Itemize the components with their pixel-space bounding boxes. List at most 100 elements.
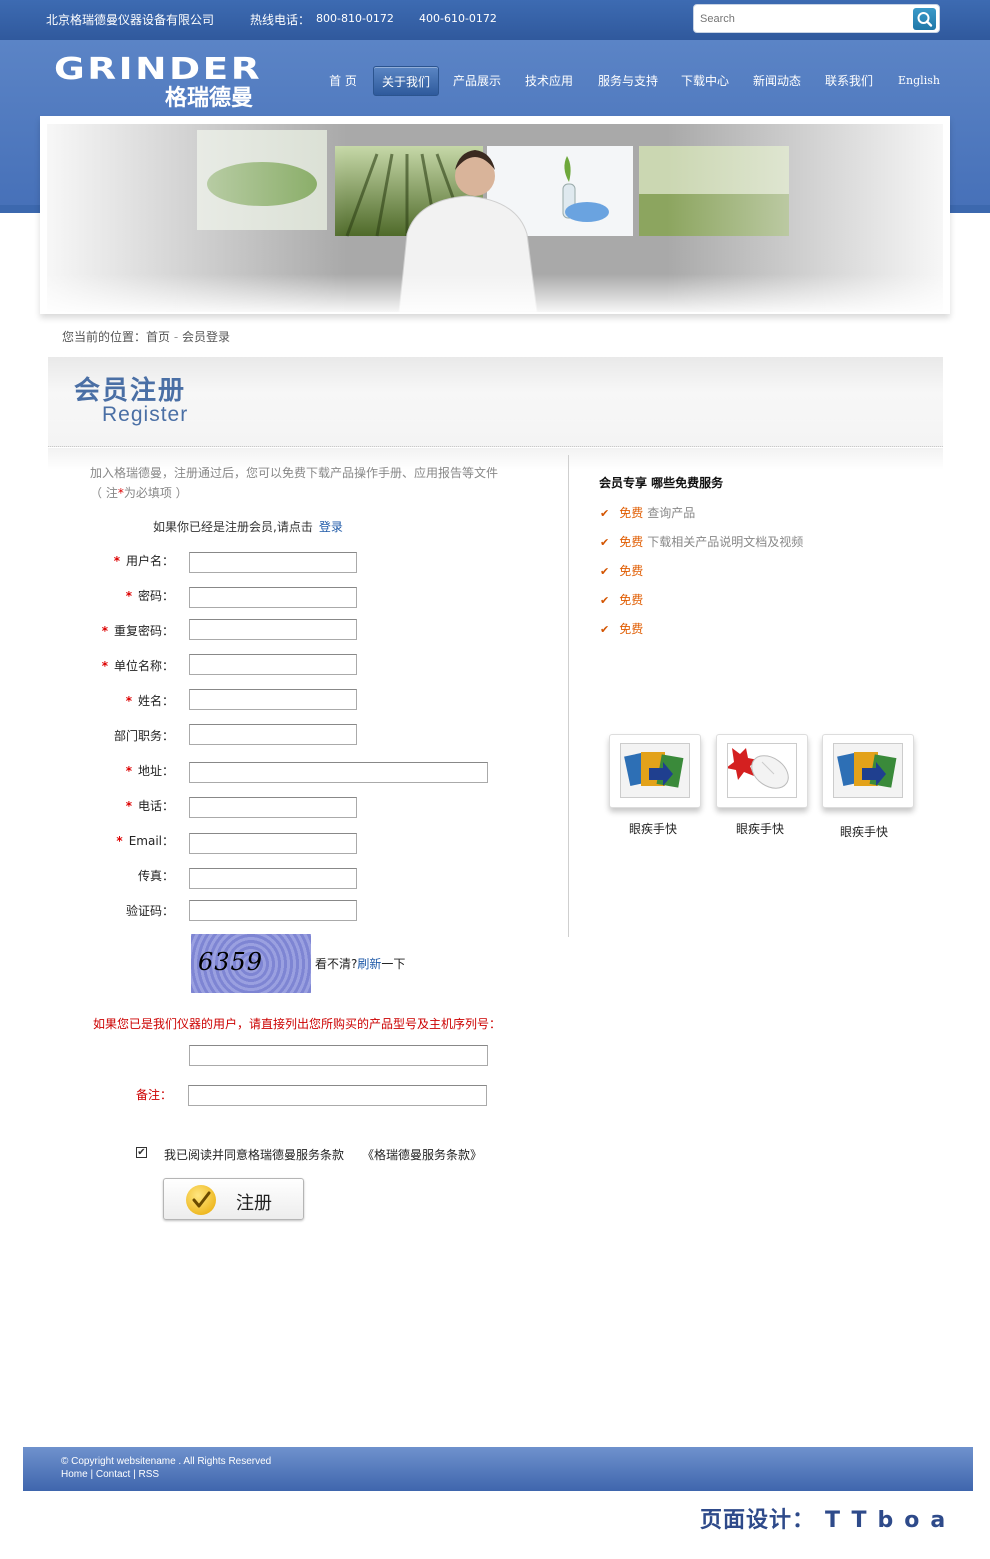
- fax-label-text: 传真：: [137, 869, 174, 883]
- nav-english[interactable]: English: [890, 66, 948, 96]
- register-submit-label: 注册: [236, 1193, 272, 1214]
- address-field[interactable]: [189, 762, 488, 783]
- benefit-free: 免费: [619, 535, 644, 549]
- feature-thumb[interactable]: [822, 734, 914, 808]
- search-icon: [917, 12, 933, 27]
- footer-home-link[interactable]: Home: [61, 1469, 88, 1480]
- company-name: 北京格瑞德曼仪器设备有限公司: [46, 13, 215, 27]
- check-mark-icon: ✔: [600, 594, 610, 607]
- register-title-cn: 会员注册: [74, 376, 187, 406]
- nav-service[interactable]: 服务与支持: [590, 66, 666, 96]
- feature-thumb[interactable]: [716, 734, 808, 808]
- product-serial-field[interactable]: [189, 1045, 488, 1066]
- benefit-item: ✔ 免费 查询产品: [600, 504, 695, 521]
- hotline-phone-2: 400-610-0172: [419, 12, 497, 25]
- check-icon: [186, 1185, 216, 1215]
- header-edge-right: [950, 205, 990, 213]
- design-credit-label: 页面设计：: [700, 1508, 816, 1533]
- required-star: *: [125, 799, 132, 813]
- benefit-desc: 下载相关产品说明文档及视频: [647, 535, 804, 549]
- feature-thumb[interactable]: [609, 734, 701, 808]
- department-label-text: 部门职务：: [113, 729, 174, 743]
- agree-checkbox[interactable]: ✔: [136, 1147, 147, 1158]
- required-note: （ 注*为必填项 ）: [90, 484, 188, 501]
- feature-thumb-caption: 眼疾手快: [736, 822, 785, 836]
- phone-label-text: 电话：: [137, 799, 174, 813]
- top-bar: 北京格瑞德曼仪器设备有限公司 热线电话： 800-810-0172 400-61…: [0, 0, 990, 40]
- search-button[interactable]: [913, 8, 936, 30]
- design-credit-name: TTboa: [825, 1508, 957, 1533]
- nav-tech[interactable]: 技术应用: [518, 66, 580, 96]
- captcha-label: 验证码：: [4, 902, 174, 919]
- nav-products[interactable]: 产品展示: [446, 66, 508, 96]
- captcha-prompt: 看不清?: [315, 957, 358, 971]
- name-label-text: 姓名：: [137, 694, 174, 708]
- captcha-refresh-link[interactable]: 刷新: [357, 957, 381, 971]
- check-mark-icon: ✔: [600, 507, 610, 520]
- required-star: *: [113, 554, 120, 568]
- benefit-item: ✔ 免费: [600, 562, 647, 579]
- company-label: * 单位名称：: [4, 657, 174, 674]
- remark-field[interactable]: [188, 1085, 487, 1106]
- design-credit: 页面设计： TTboa: [700, 1502, 956, 1534]
- company-field[interactable]: [189, 654, 357, 675]
- benefit-free: 免费: [619, 506, 644, 520]
- required-star: *: [101, 624, 108, 638]
- breadcrumb-home[interactable]: 首页: [146, 330, 170, 344]
- search-input[interactable]: [700, 9, 900, 29]
- login-link[interactable]: 登录: [319, 520, 343, 534]
- captcha-code: 6359: [198, 948, 264, 976]
- nav-news[interactable]: 新闻动态: [746, 66, 808, 96]
- footer-rss-link[interactable]: RSS: [138, 1469, 159, 1480]
- nav-contact[interactable]: 联系我们: [818, 66, 880, 96]
- captcha-refresh-line: 看不清?刷新一下: [315, 955, 405, 972]
- password-label-text: 密码：: [137, 589, 174, 603]
- search-box: [693, 4, 940, 33]
- remark-label: 备注：: [136, 1088, 173, 1102]
- required-star: *: [125, 589, 132, 603]
- main-nav: 首 页 关于我们 产品展示 技术应用 服务与支持 下载中心 新闻动态 联系我们 …: [0, 66, 990, 96]
- password-label: * 密码：: [4, 587, 174, 604]
- footer-separator: |: [87, 1469, 96, 1480]
- nav-about[interactable]: 关于我们: [373, 66, 439, 96]
- nav-home[interactable]: 首 页: [320, 66, 366, 96]
- footer-contact-link[interactable]: Contact: [96, 1469, 130, 1480]
- banner-scene-illustration: [47, 124, 943, 312]
- banner-image: [47, 124, 943, 312]
- captcha-image[interactable]: 6359: [191, 934, 311, 993]
- agree-text: 我已阅读并同意格瑞德曼服务条款: [164, 1148, 345, 1162]
- address-label: * 地址：: [4, 762, 174, 779]
- username-field[interactable]: [189, 552, 357, 573]
- breadcrumb-separator: -: [170, 330, 182, 344]
- terms-link[interactable]: 《格瑞德曼服务条款》: [362, 1146, 482, 1163]
- phone-field[interactable]: [189, 797, 357, 818]
- register-title-en: Register: [102, 403, 189, 426]
- column-divider: [568, 455, 569, 937]
- name-field[interactable]: [189, 689, 357, 710]
- benefit-item: ✔ 免费 下载相关产品说明文档及视频: [600, 533, 803, 550]
- repeat-password-field[interactable]: [189, 619, 357, 640]
- email-field[interactable]: [189, 833, 357, 854]
- repeat-password-label-text: 重复密码：: [113, 624, 174, 638]
- register-intro: 加入格瑞德曼，注册通过后，您可以免费下载产品操作手册、应用报告等文件: [90, 466, 499, 480]
- breadcrumb-prefix: 您当前的位置：: [62, 330, 147, 344]
- captcha-label-text: 验证码：: [125, 904, 174, 918]
- benefit-free: 免费: [619, 564, 644, 578]
- feature-thumb-caption: 眼疾手快: [629, 822, 678, 836]
- fax-label: 传真：: [4, 867, 174, 884]
- footer: © Copyright websitename . All Rights Res…: [23, 1447, 973, 1491]
- login-prompt-line: 如果你已经是注册会员,请点击 登录: [153, 518, 343, 535]
- benefit-desc: 查询产品: [647, 506, 696, 520]
- username-label: * 用户名：: [4, 552, 174, 569]
- benefits-title: 会员专享 哪些免费服务: [599, 476, 724, 490]
- required-star: *: [125, 764, 132, 778]
- email-label-text: Email：: [128, 834, 174, 848]
- benefit-item: ✔ 免费: [600, 620, 647, 637]
- register-submit-button[interactable]: 注册: [163, 1178, 304, 1220]
- captcha-field[interactable]: [189, 900, 357, 921]
- address-label-text: 地址：: [137, 764, 174, 778]
- nav-download[interactable]: 下载中心: [674, 66, 736, 96]
- department-field[interactable]: [189, 724, 357, 745]
- password-field[interactable]: [189, 587, 357, 608]
- fax-field[interactable]: [189, 868, 357, 889]
